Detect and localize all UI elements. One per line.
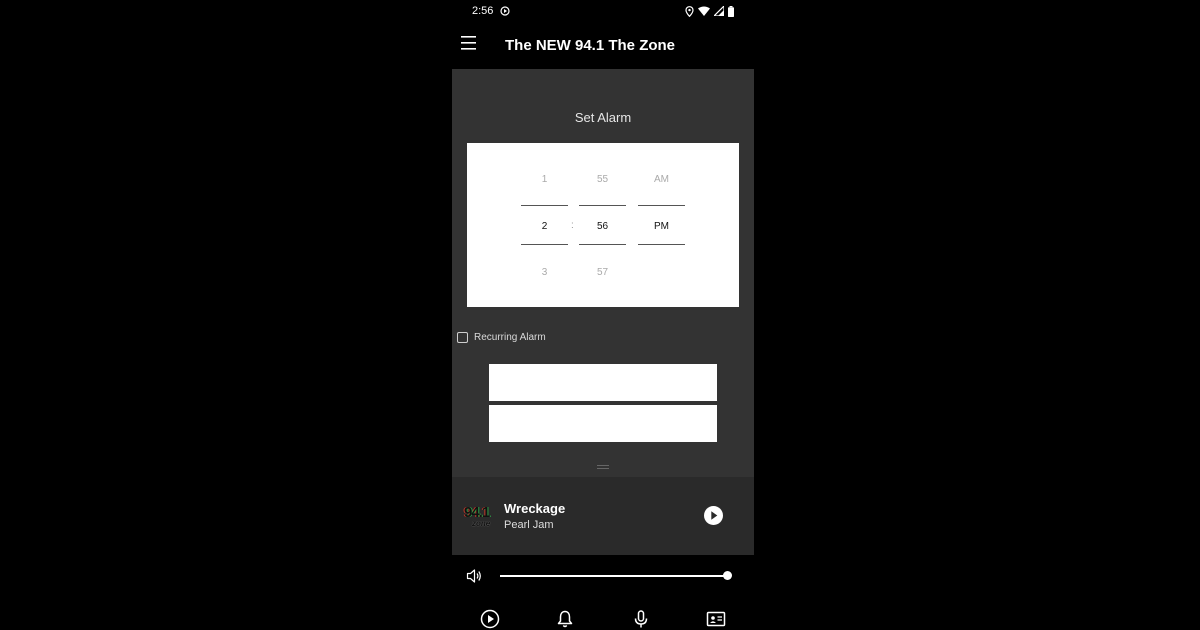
logo-sub: zone bbox=[472, 519, 491, 528]
period-prev[interactable]: AM bbox=[638, 174, 685, 185]
app-bar: The NEW 94.1 The Zone bbox=[452, 24, 754, 69]
picker-divider bbox=[521, 205, 568, 206]
bell-icon[interactable] bbox=[555, 609, 575, 629]
hour-next[interactable]: 3 bbox=[521, 267, 568, 278]
status-time: 2:56 bbox=[472, 5, 494, 17]
play-circle-icon[interactable] bbox=[480, 609, 500, 629]
picker-divider bbox=[638, 244, 685, 245]
time-separator: : bbox=[571, 220, 574, 231]
drag-handle[interactable] bbox=[597, 465, 609, 469]
app-title: The NEW 94.1 The Zone bbox=[505, 37, 676, 54]
bottom-nav bbox=[452, 597, 754, 630]
period-current[interactable]: PM bbox=[638, 221, 685, 232]
hour-prev[interactable]: 1 bbox=[521, 174, 568, 185]
picker-divider bbox=[638, 205, 685, 206]
recurring-label: Recurring Alarm bbox=[474, 331, 546, 343]
alarm-panel: Set Alarm 1 2 3 : 55 56 57 AM PM Recurri… bbox=[452, 69, 754, 477]
wifi-icon bbox=[698, 6, 710, 16]
volume-thumb[interactable] bbox=[723, 571, 732, 580]
volume-row bbox=[452, 555, 754, 597]
speaker-icon[interactable] bbox=[466, 568, 482, 584]
recurring-checkbox[interactable] bbox=[457, 331, 468, 343]
picker-divider bbox=[521, 244, 568, 245]
station-logo: 94.1 zone bbox=[464, 504, 501, 530]
signal-icon bbox=[714, 6, 724, 16]
alarm-action-button-2[interactable] bbox=[489, 405, 717, 442]
track-title: Wreckage bbox=[504, 501, 566, 516]
battery-icon bbox=[728, 5, 734, 17]
minute-prev[interactable]: 55 bbox=[579, 174, 626, 185]
minute-current[interactable]: 56 bbox=[579, 221, 626, 232]
contact-card-icon[interactable] bbox=[706, 609, 726, 629]
hamburger-menu-icon[interactable] bbox=[460, 34, 478, 52]
phone-screen: 2:56 The NEW 94.1 The Zone Set Alarm 1 2… bbox=[452, 0, 754, 630]
now-playing-bar[interactable]: 94.1 zone Wreckage Pearl Jam bbox=[452, 477, 754, 555]
location-icon bbox=[685, 5, 694, 17]
minute-next[interactable]: 57 bbox=[579, 267, 626, 278]
time-picker: 1 2 3 : 55 56 57 AM PM bbox=[467, 143, 739, 307]
media-playing-icon bbox=[500, 6, 510, 16]
alarm-action-button-1[interactable] bbox=[489, 364, 717, 401]
hour-current[interactable]: 2 bbox=[521, 221, 568, 232]
play-circle-icon[interactable] bbox=[704, 506, 723, 525]
section-title: Set Alarm bbox=[574, 110, 632, 125]
minute-picker[interactable]: 55 56 57 bbox=[579, 143, 626, 307]
status-bar: 2:56 bbox=[452, 0, 754, 24]
hour-picker[interactable]: 1 2 3 bbox=[521, 143, 568, 307]
volume-slider[interactable] bbox=[500, 571, 732, 580]
picker-divider bbox=[579, 244, 626, 245]
period-picker[interactable]: AM PM bbox=[638, 143, 685, 307]
status-icons bbox=[685, 5, 734, 17]
microphone-icon[interactable] bbox=[631, 609, 651, 629]
track-artist: Pearl Jam bbox=[504, 519, 554, 531]
picker-divider bbox=[579, 205, 626, 206]
recurring-alarm-toggle[interactable]: Recurring Alarm bbox=[457, 329, 546, 345]
